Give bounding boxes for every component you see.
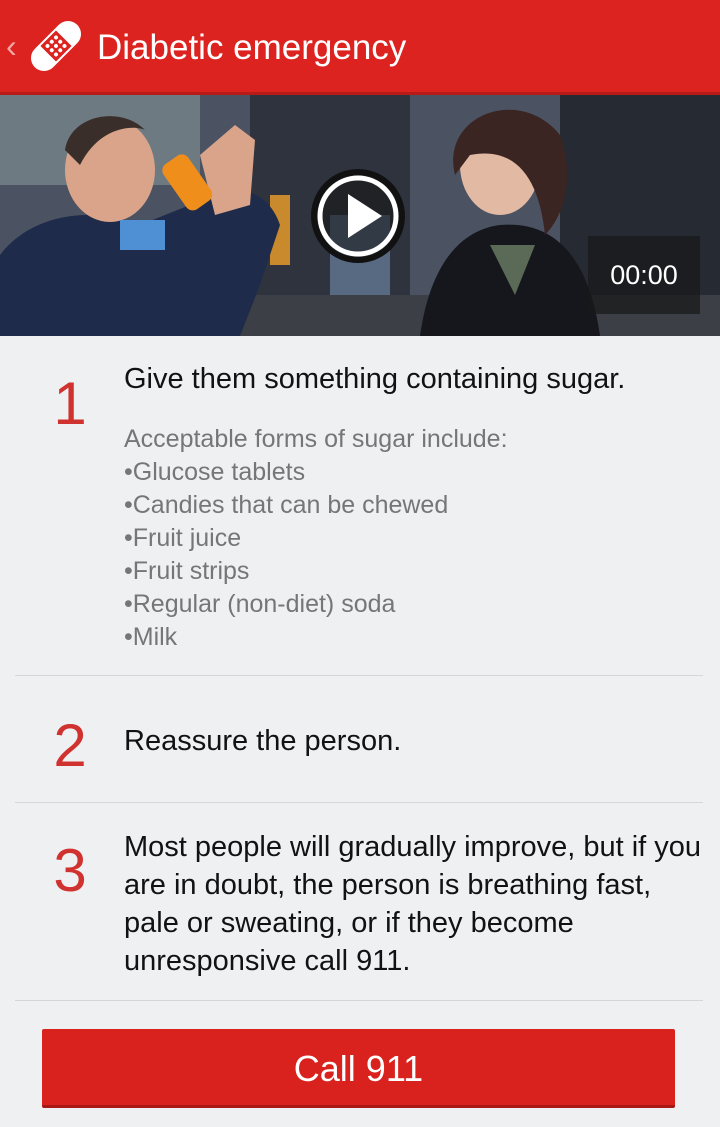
detail-item: •Regular (non-diet) soda: [124, 590, 396, 618]
step-heading: Reassure the person.: [124, 725, 402, 757]
video-timestamp: 00:00: [588, 236, 700, 314]
page-title: Diabetic emergency: [97, 28, 407, 67]
detail-item: •Fruit strips: [124, 557, 250, 585]
detail-item: •Milk: [124, 623, 178, 651]
step-number: 2: [53, 712, 87, 779]
detail-item: •Candies that can be chewed: [124, 491, 449, 519]
detail-item: •Glucose tablets: [124, 458, 306, 486]
chevron-left-icon[interactable]: ‹: [6, 30, 17, 62]
video-player[interactable]: 00:00: [0, 95, 720, 336]
divider: [15, 1000, 703, 1001]
step-number: 1: [53, 370, 87, 437]
bandage-icon[interactable]: [24, 14, 88, 78]
app-bar: ‹ Diabetic emergency: [0, 0, 720, 95]
step-heading: Most people will gradually improve, but …: [124, 831, 702, 977]
divider: [15, 802, 703, 803]
step-detail: Acceptable forms of sugar include: •Gluc…: [124, 423, 704, 654]
call-911-button[interactable]: Call 911: [42, 1029, 675, 1108]
divider: [15, 675, 703, 676]
step-heading: Give them something containing sugar.: [124, 363, 626, 395]
detail-intro: Acceptable forms of sugar include:: [124, 425, 508, 453]
play-icon[interactable]: [310, 168, 406, 264]
detail-item: •Fruit juice: [124, 524, 242, 552]
step-number: 3: [53, 837, 87, 904]
